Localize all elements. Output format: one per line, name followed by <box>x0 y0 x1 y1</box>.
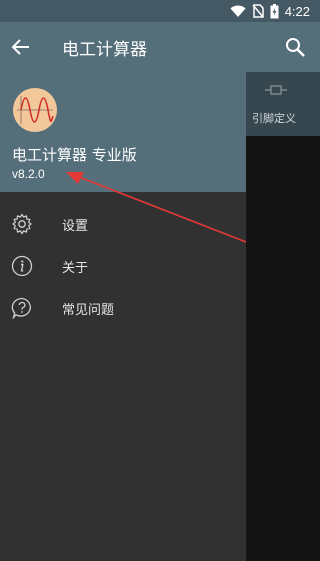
drawer-header: 电工计算器 专业版 v8.2.0 <box>0 72 246 192</box>
app-logo <box>13 88 57 132</box>
status-icons: 4:22 <box>230 3 310 19</box>
app-version: v8.2.0 <box>12 167 45 181</box>
pin-definition-label: 引脚定义 <box>252 112 296 125</box>
drawer-title: 电工计算器 专业版 <box>12 146 137 164</box>
drawer-item-label: 设置 <box>62 219 89 234</box>
info-icon <box>11 255 33 277</box>
sine-wave-logo-icon <box>17 96 54 124</box>
wifi-icon <box>230 5 246 17</box>
pin-definition-icon <box>265 85 287 95</box>
drawer-item-label: 常见问题 <box>62 303 115 318</box>
drawer-item-about[interactable]: 关于 <box>0 246 246 288</box>
app-title: 电工计算器 <box>62 40 147 60</box>
status-bar: 4:22 <box>0 0 320 22</box>
drawer-item-settings[interactable]: 设置 <box>0 204 246 246</box>
search-icon[interactable] <box>284 36 306 58</box>
background-tab[interactable] <box>246 72 320 136</box>
back-arrow-icon[interactable] <box>10 36 32 58</box>
drawer-item-label: 关于 <box>62 261 89 276</box>
app-bar: 电工计算器 <box>0 22 320 72</box>
navigation-drawer: 电工计算器 专业版 v8.2.0 设置 关于 常见问题 <box>0 72 246 561</box>
gear-icon <box>11 213 33 235</box>
background-content <box>246 72 320 561</box>
help-icon <box>11 297 31 319</box>
drawer-item-faq[interactable]: 常见问题 <box>0 288 246 330</box>
status-time: 4:22 <box>284 3 310 19</box>
battery-icon <box>270 3 279 18</box>
no-sim-icon <box>252 4 264 18</box>
